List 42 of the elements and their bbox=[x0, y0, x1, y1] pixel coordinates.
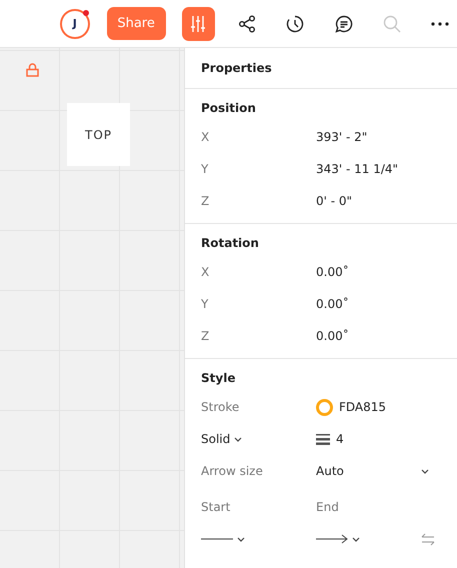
property-label: Y bbox=[201, 297, 210, 311]
property-label: Arrow size bbox=[201, 464, 264, 478]
arrow-icon bbox=[316, 534, 348, 544]
line-weight-value[interactable]: 4 bbox=[336, 432, 344, 446]
property-value[interactable]: 0' - 0" bbox=[316, 194, 421, 208]
view-cube-face[interactable]: TOP bbox=[67, 103, 130, 166]
property-label: End bbox=[316, 500, 340, 514]
search-icon bbox=[382, 14, 401, 32]
chevron-down-icon bbox=[421, 468, 429, 474]
line-style-dropdown[interactable]: Solid bbox=[201, 432, 316, 446]
lock-icon[interactable] bbox=[26, 63, 39, 77]
line-icon bbox=[201, 538, 233, 540]
property-value[interactable]: 0.00˚ bbox=[316, 265, 421, 279]
property-value[interactable]: 0.00˚ bbox=[316, 329, 421, 343]
property-label: X bbox=[201, 130, 210, 144]
chevron-down-icon bbox=[237, 536, 245, 542]
property-label: X bbox=[201, 265, 210, 279]
user-avatar[interactable]: J bbox=[60, 8, 90, 38]
chevron-down-icon bbox=[234, 436, 242, 442]
section-title: Style bbox=[201, 371, 236, 385]
color-value[interactable]: FDA815 bbox=[339, 400, 386, 414]
comment-icon bbox=[334, 14, 353, 32]
property-label: Y bbox=[201, 162, 210, 176]
swap-icon[interactable] bbox=[421, 532, 435, 546]
property-value[interactable]: 393' - 2" bbox=[316, 130, 421, 144]
property-value[interactable]: 0.00˚ bbox=[316, 297, 421, 311]
line-weight-icon bbox=[316, 434, 330, 444]
panel-title: Properties bbox=[185, 48, 457, 89]
more-icon bbox=[431, 22, 450, 26]
property-label: Stroke bbox=[201, 400, 240, 414]
share-icon bbox=[238, 14, 256, 32]
color-swatch[interactable] bbox=[316, 398, 333, 416]
sliders-icon bbox=[190, 14, 206, 32]
property-value[interactable]: 343' - 11 1/4" bbox=[316, 162, 421, 176]
property-label: Start bbox=[201, 500, 232, 514]
arrow-size-value[interactable]: Auto bbox=[316, 464, 421, 478]
chevron-down-icon bbox=[352, 536, 360, 542]
section-title: Position bbox=[201, 101, 257, 115]
property-label: Z bbox=[201, 329, 210, 343]
section-title: Rotation bbox=[201, 236, 260, 250]
property-label: Z bbox=[201, 194, 210, 208]
clock-icon bbox=[286, 14, 304, 32]
